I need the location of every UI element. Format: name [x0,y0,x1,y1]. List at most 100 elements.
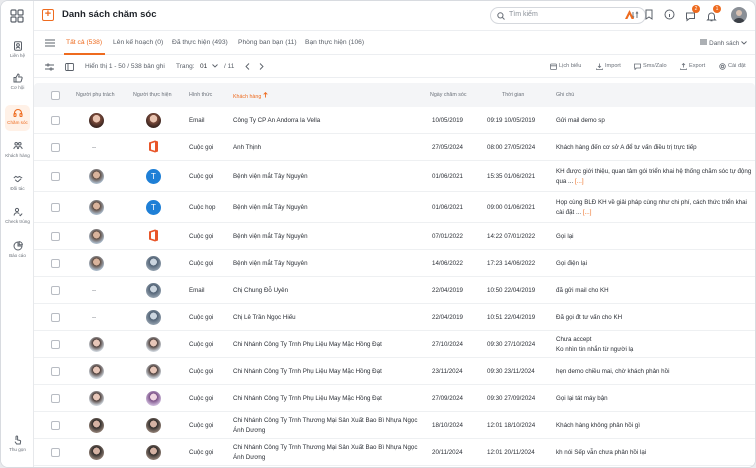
row-checkbox[interactable] [51,367,60,376]
menu-icon[interactable] [45,39,55,47]
cell-type: Cuộc gọi [189,173,214,180]
table-row[interactable]: Cuộc gọi Chi Nhánh Công Ty Trnh Phụ Liệu … [34,331,755,358]
sidebar-item-check-duplicate[interactable]: Check trùng [1,207,34,233]
table-row[interactable]: T Cuộc họp Bệnh viện mắt Tây Nguyên 01/06/2… [34,192,755,223]
table-row[interactable]: -- Email Chị Chung Đỗ Uyên 22/04/2019 10:50 … [34,277,755,304]
table-row[interactable]: Email Công Ty CP An Andorra la Vella 10/05… [34,107,755,134]
row-checkbox[interactable] [51,116,60,125]
col-owner[interactable]: Người phụ trách [76,92,115,98]
sidebar-item-contacts[interactable]: Liên hệ [1,41,34,67]
export-button[interactable]: Export [689,63,705,69]
tab-department[interactable]: Phòng ban bạn (11) [238,39,297,46]
sidebar-item-opportunities[interactable]: Cơ hội [1,73,34,99]
empty-value: -- [92,287,97,294]
tab-planned[interactable]: Lên kế hoạch (0) [113,39,163,46]
sidebar-item-partners[interactable]: Đối tác [1,174,34,200]
col-doer[interactable]: Người thực hiện [133,92,172,98]
cell-type: Cuộc gọi [189,233,214,240]
messages-badge: 2 [692,5,700,13]
tab-yours[interactable]: Bạn thực hiện (106) [305,39,364,46]
cell-customer[interactable]: Chị Chung Đỗ Uyên [233,287,288,294]
row-checkbox[interactable] [51,143,60,152]
cell-customer[interactable]: Công Ty CP An Andorra la Vella [233,117,320,124]
page-select[interactable]: 01 [200,63,207,70]
row-checkbox[interactable] [51,394,60,403]
schedule-button[interactable]: Lịch biểu [559,63,581,69]
table-row[interactable]: Cuộc gọi Chi Nhánh Công Ty Trnh Thương Mạ… [34,412,755,439]
table-row[interactable]: -- Cuộc gọi Anh Thịnh 27/05/2024 08:00 27/05… [34,134,755,161]
row-checkbox[interactable] [51,203,60,212]
row-checkbox[interactable] [51,313,60,322]
table-row[interactable]: -- Cuộc gọi Chị Lê Trần Ngọc Hiếu 22/04/201… [34,304,755,331]
cell-customer[interactable]: Chi Nhánh Công Ty Trnh Phụ Liệu May Mặc … [233,341,382,348]
report-icon [13,241,23,251]
column-toggle-icon[interactable] [65,63,74,71]
sms-zalo-button[interactable]: Sms/Zalo [643,63,667,69]
messages-button[interactable]: 2 [685,5,700,22]
apps-grid-icon[interactable] [10,9,24,23]
row-checkbox[interactable] [51,421,60,430]
settings-button[interactable]: Cài đặt [728,63,746,69]
col-time[interactable]: Thời gian [502,92,524,98]
cell-type: Email [189,117,205,124]
row-checkbox[interactable] [51,259,60,268]
row-checkbox[interactable] [51,340,60,349]
col-note[interactable]: Ghi chú [556,92,574,98]
table-row[interactable]: Cuộc gọi Chi Nhánh Công Ty Trnh Phụ Liệu … [34,385,755,412]
select-all-checkbox[interactable] [51,91,60,100]
table-row[interactable]: Cuộc gọi Chi Nhánh Công Ty Trnh Thương Mạ… [34,439,755,466]
cell-customer[interactable]: Bệnh viện mắt Tây Nguyên [233,204,308,211]
avatar [89,364,104,379]
cell-customer[interactable]: Bệnh viện mắt Tây Nguyên [233,260,308,267]
prev-page-icon[interactable] [245,63,250,70]
avatar [146,418,161,433]
cell-customer[interactable]: Chi Nhánh Công Ty Trnh Phụ Liệu May Mặc … [233,368,382,375]
cell-note: Chưa accept Ko nhìn tin nhắn từ người lạ [556,335,752,355]
cell-customer[interactable]: Chi Nhánh Công Ty Trnh Thương Mại Sản Xu… [233,416,423,436]
info-icon[interactable] [664,9,675,20]
notifications-button[interactable]: 1 [706,5,721,22]
col-date[interactable]: Ngày chăm sóc [430,92,467,98]
cell-customer[interactable]: Chi Nhánh Công Ty Trnh Phụ Liệu May Mặc … [233,395,382,402]
row-checkbox[interactable] [51,232,60,241]
table-row[interactable]: Cuộc gọi Bệnh viện mắt Tây Nguyên 07/01/20… [34,223,755,250]
view-mode-select[interactable]: Danh sách [700,39,747,47]
note-more-link[interactable]: [...] [583,209,592,216]
note-text: Khách hàng không phản hồi gì [556,422,640,429]
row-checkbox[interactable] [51,172,60,181]
cell-customer[interactable]: Anh Thịnh [233,144,261,151]
sidebar-item-care[interactable]: Chăm sóc [1,108,34,134]
add-button[interactable]: + [42,9,54,21]
cell-customer[interactable]: Chị Lê Trần Ngọc Hiếu [233,314,296,321]
filter-sliders-icon[interactable] [45,63,54,71]
cell-customer[interactable]: Bệnh viện mắt Tây Nguyên [233,173,308,180]
cell-time: 08:00 27/05/2024 [487,144,536,151]
user-avatar[interactable] [731,7,747,23]
cell-note: Khách hàng đến cơ sở A để tư vấn điều tr… [556,144,752,151]
cell-type: Email [189,287,205,294]
row-checkbox[interactable] [51,286,60,295]
tab-done[interactable]: Đã thực hiện (493) [172,39,228,46]
sidebar-item-customers[interactable]: Khách hàng [1,141,34,167]
table-row[interactable]: T Cuộc gọi Bệnh viện mắt Tây Nguyên 01/06/2… [34,161,755,192]
tab-all[interactable]: Tất cả (538) [66,39,102,46]
row-checkbox[interactable] [51,448,60,457]
note-more-link[interactable]: [...] [575,178,584,185]
cell-customer[interactable]: Bệnh viện mắt Tây Nguyên [233,233,308,240]
import-icon [596,63,603,70]
col-type[interactable]: Hình thức [189,92,212,98]
search-placeholder: Tìm kiếm [509,11,538,18]
search-input[interactable]: Tìm kiếm [490,7,646,24]
sidebar-collapse-button[interactable]: Thu gọn [1,435,34,461]
chevron-down-icon[interactable] [212,64,218,68]
import-button[interactable]: Import [605,63,621,69]
col-customer[interactable]: Khách hàng [233,91,268,100]
app-window: Liên hệ Cơ hội Chăm sóc Khách hàng Đối t… [0,0,756,468]
sidebar-item-reports[interactable]: Báo cáo [1,241,34,267]
note-text: Gửi mail demo sp [556,117,605,124]
table-row[interactable]: Cuộc gọi Chi Nhánh Công Ty Trnh Phụ Liệu … [34,358,755,385]
next-page-icon[interactable] [259,63,264,70]
cell-customer[interactable]: Chi Nhánh Công Ty Trnh Thương Mại Sản Xu… [233,443,423,463]
bookmark-icon[interactable] [644,9,654,20]
table-row[interactable]: Cuộc gọi Bệnh viện mắt Tây Nguyên 14/06/20… [34,250,755,277]
